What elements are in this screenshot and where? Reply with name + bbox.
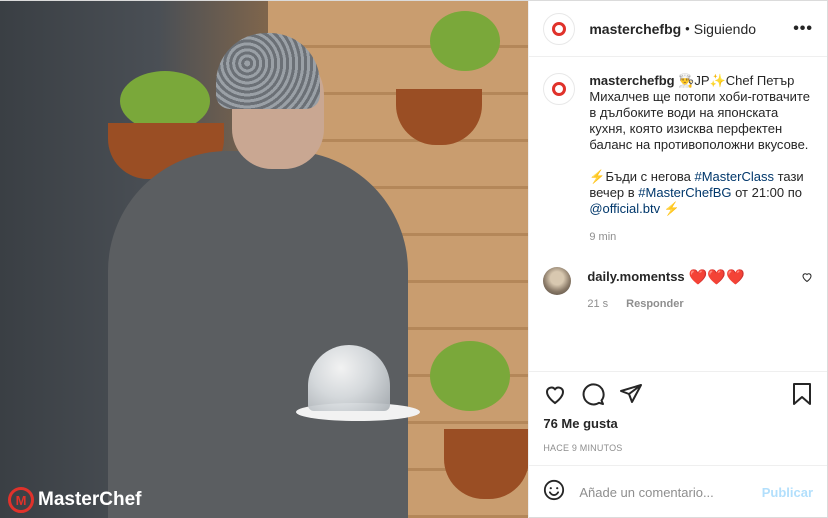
comments-area[interactable]: masterchefbg 👨‍🍳JP✨Chef Петър Михалчев щ… — [529, 57, 827, 371]
comment-bubble-icon[interactable] — [581, 382, 605, 406]
comment-input[interactable] — [579, 485, 762, 500]
masterchef-logo-icon: M — [8, 487, 34, 513]
hashtag-masterclass[interactable]: #MasterClass — [694, 169, 773, 184]
action-bar: 76 Me gusta HACE 9 MINUTOS — [529, 371, 827, 453]
header-username[interactable]: masterchefbg — [589, 21, 681, 37]
caption-username[interactable]: masterchefbg — [589, 73, 674, 88]
post-header: masterchefbg • Siguiendo ••• — [529, 1, 827, 57]
hashtag-masterchefbg[interactable]: #MasterChefBG — [638, 185, 731, 200]
more-options-icon[interactable]: ••• — [793, 20, 813, 38]
publish-button[interactable]: Publicar — [762, 485, 813, 500]
likes-count[interactable]: 76 Me gusta — [543, 416, 813, 431]
plant-pot — [444, 429, 529, 499]
post-side-panel: masterchefbg • Siguiendo ••• masterchefb… — [528, 1, 827, 518]
caption-time: 9 min — [589, 231, 617, 243]
like-heart-icon[interactable] — [543, 382, 567, 406]
masterchef-avatar-icon — [552, 21, 567, 36]
save-bookmark-icon[interactable] — [791, 382, 813, 406]
follow-button[interactable]: Siguiendo — [694, 21, 756, 37]
share-paper-plane-icon[interactable] — [619, 382, 643, 406]
comment-body: daily.momentss ❤️❤️❤️ 21 s Responder — [587, 267, 813, 310]
mention-official-btv[interactable]: @official.btv — [589, 201, 660, 216]
reply-button[interactable]: Responder — [626, 298, 683, 310]
plant-leaves — [430, 341, 510, 411]
comment-item: daily.momentss ❤️❤️❤️ 21 s Responder — [543, 267, 813, 310]
caption-text: masterchefbg 👨‍🍳JP✨Chef Петър Михалчев щ… — [589, 73, 813, 245]
comment-username[interactable]: daily.momentss — [587, 269, 684, 284]
plant-leaves — [120, 71, 210, 131]
masterchef-logo-text: MasterChef — [38, 489, 142, 510]
comment-like-heart-icon[interactable] — [801, 271, 813, 286]
masterchef-logo: M MasterChef — [8, 487, 141, 513]
avatar[interactable] — [543, 12, 576, 45]
comment-time: 21 s — [587, 298, 609, 310]
comment-line: daily.momentss ❤️❤️❤️ — [587, 267, 813, 286]
post-photo[interactable]: M MasterChef — [0, 1, 529, 518]
plant-leaves — [430, 11, 500, 71]
caption-line-a: ⚡Бъди с негова — [589, 169, 695, 184]
action-icons — [543, 378, 813, 410]
caption-line-d: ⚡ — [660, 201, 680, 216]
caption: masterchefbg 👨‍🍳JP✨Chef Петър Михалчев щ… — [543, 73, 813, 245]
chef-jacket — [108, 151, 408, 518]
caption-line-c: от 21:00 по — [731, 185, 803, 200]
masterchef-avatar-icon — [552, 82, 567, 96]
avatar[interactable] — [543, 73, 576, 105]
emoji-smiley-icon[interactable] — [543, 479, 565, 507]
comment-meta: 21 s Responder — [587, 298, 813, 310]
comment-composer: Publicar — [529, 465, 827, 518]
post-dialog: M MasterChef masterchefbg • Siguiendo ••… — [0, 0, 828, 518]
post-timestamp: HACE 9 MINUTOS — [543, 443, 623, 453]
comment-text: ❤️❤️❤️ — [688, 268, 745, 286]
header-separator: • — [685, 21, 690, 36]
commenter-avatar[interactable] — [543, 267, 572, 295]
